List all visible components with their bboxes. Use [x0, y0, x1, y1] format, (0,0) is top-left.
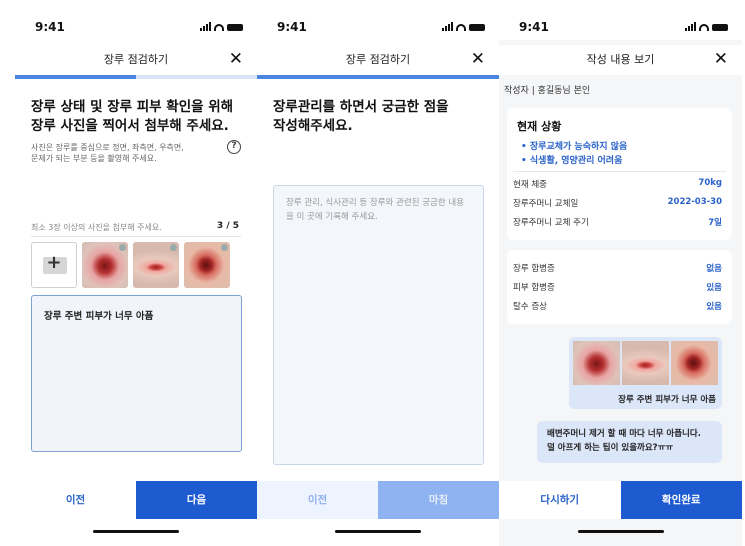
symptom-textarea[interactable]: 장루 주변 피부가 너무 아픔 [31, 295, 242, 452]
home-indicator [577, 530, 664, 533]
battery-icon [227, 24, 243, 31]
instruction-heading: 장루관리를 하면서 궁금한 점을 작성해주세요. [273, 99, 449, 134]
photo-thumbnail[interactable] [82, 242, 128, 288]
photo-caption: 장루 주변 피부가 너무 아픔 [618, 395, 716, 405]
prev-button[interactable]: 이전 [15, 481, 136, 519]
status-time: 9:41 [519, 20, 549, 34]
complications-card: 장루 합병증 없음 피부 합병증 있음 탈수 증상 있음 [507, 250, 732, 324]
signal-icon [200, 22, 211, 31]
status-bar: 9:41 [15, 0, 257, 40]
info-value: 없음 [706, 264, 722, 274]
current-status-card: 현재 상황 • 장루교체가 능숙하지 않음 • 식생활, 영양관리 어려움 현재… [507, 108, 732, 240]
info-value: 2022-03-30 [667, 197, 722, 207]
prev-button[interactable]: 이전 [257, 481, 378, 519]
remove-photo-icon[interactable] [119, 244, 126, 251]
status-bullet: • 식생활, 영양관리 어려움 [521, 156, 623, 166]
textarea-placeholder: 장루 관리, 식사관리 등 장루와 관련된 궁금한 내용을 이 곳에 기록해 주… [286, 198, 465, 222]
info-value: 있음 [706, 302, 722, 312]
photo-message-bubble: 장루 주변 피부가 너무 아픔 [569, 337, 722, 409]
status-icons [200, 22, 243, 31]
help-icon[interactable]: ? [227, 140, 241, 154]
home-indicator [335, 530, 421, 533]
home-indicator [93, 530, 179, 533]
summary-screen: 9:41 작성 내용 보기 ✕ 작성자 | 홍길동님 본인 현재 상황 • 장루… [499, 0, 742, 546]
question-textarea[interactable]: 장루 관리, 식사관리 등 장루와 관련된 궁금한 내용을 이 곳에 기록해 주… [273, 185, 484, 465]
photo-thumbnail[interactable] [671, 341, 718, 385]
textarea-value: 장루 주변 피부가 너무 아픔 [44, 311, 154, 322]
bottom-actions: 이전 마침 [257, 481, 499, 519]
info-label: 장루 합병증 [513, 264, 555, 274]
battery-icon [469, 24, 485, 31]
page-title: 작성 내용 보기 [586, 53, 655, 66]
info-value: 70kg [698, 178, 722, 188]
question-screen: 9:41 장루 점검하기 ✕ 장루관리를 하면서 궁금한 점을 작성해주세요. … [257, 0, 499, 546]
status-bar: 9:41 [499, 0, 742, 40]
close-icon[interactable]: ✕ [471, 49, 485, 69]
page-title: 장루 점검하기 [103, 53, 169, 66]
remove-photo-icon[interactable] [221, 244, 228, 251]
nav-header: 장루 점검하기 ✕ [15, 45, 257, 75]
nav-header: 작성 내용 보기 ✕ [499, 45, 742, 75]
info-row: 장루주머니 교체 주기 7일 [513, 216, 722, 230]
bottom-actions: 다시하기 확인완료 [499, 481, 742, 519]
divider [31, 236, 241, 237]
photo-thumbnail[interactable] [133, 242, 179, 288]
progress-fill [15, 75, 136, 79]
confirm-button[interactable]: 확인완료 [620, 481, 742, 519]
info-value: 있음 [706, 283, 722, 293]
next-button[interactable]: 다음 [136, 481, 257, 519]
add-photo-button[interactable]: + [31, 242, 77, 288]
status-bullet: • 장루교체가 능숙하지 않음 [521, 142, 628, 152]
photo-thumbnail[interactable] [573, 341, 620, 385]
info-label: 현재 체중 [513, 180, 547, 190]
instruction-heading: 장루 상태 및 장루 피부 확인을 위해 장루 사진을 찍어서 첨부해 주세요. [31, 99, 234, 134]
close-icon[interactable]: ✕ [229, 49, 243, 69]
info-label: 피부 합병증 [513, 283, 555, 293]
photo-hint: 최소 3장 이상의 사진을 첨부해 주세요. [31, 223, 162, 232]
info-row: 장루주머니 교체일 2022-03-30 [513, 197, 722, 211]
signal-icon [685, 22, 696, 31]
info-row: 현재 체중 70kg [513, 178, 722, 192]
bottom-actions: 이전 다음 [15, 481, 257, 519]
wifi-icon [214, 24, 224, 31]
finish-button[interactable]: 마침 [378, 481, 499, 519]
page-title: 장루 점검하기 [345, 53, 411, 66]
photo-upload-screen: 9:41 장루 점검하기 ✕ 장루 상태 및 장루 피부 확인을 위해 장루 사… [15, 0, 257, 546]
instruction-subtext: 사진은 장루를 중심으로 정면, 좌측면, 우측면, 문제가 되는 부분 등을 … [31, 143, 184, 163]
nav-header: 장루 점검하기 ✕ [257, 45, 499, 75]
info-value: 7일 [708, 218, 722, 228]
remove-photo-icon[interactable] [170, 244, 177, 251]
status-bar: 9:41 [257, 0, 499, 40]
info-row: 장루 합병증 없음 [513, 262, 722, 276]
author-label: 작성자 | 홍길동님 본인 [504, 86, 591, 96]
photo-thumbnail[interactable] [622, 341, 669, 385]
signal-icon [442, 22, 453, 31]
close-icon[interactable]: ✕ [714, 49, 728, 69]
info-label: 장루주머니 교체일 [513, 199, 579, 209]
info-label: 탈수 증상 [513, 302, 547, 312]
status-icons [685, 22, 728, 31]
photo-count: 3 / 5 [216, 221, 239, 231]
question-message-bubble: 배변주머니 제거 할 때 마다 너무 아픕니다. 덜 아프게 하는 팁이 있을까… [537, 421, 722, 463]
plus-icon: + [46, 252, 62, 273]
photo-list: + [31, 242, 230, 288]
wifi-icon [456, 24, 466, 31]
status-time: 9:41 [35, 20, 65, 34]
question-text: 배변주머니 제거 할 때 마다 너무 아픕니다. 덜 아프게 하는 팁이 있을까… [547, 429, 701, 453]
info-row: 피부 합병증 있음 [513, 281, 722, 295]
author-bar: 작성자 | 홍길동님 본인 [499, 75, 742, 103]
divider [513, 171, 726, 172]
status-icons [442, 22, 485, 31]
photo-list [573, 341, 718, 385]
progress-fill [257, 75, 499, 79]
status-time: 9:41 [277, 20, 307, 34]
info-row: 탈수 증상 있음 [513, 300, 722, 314]
card-title: 현재 상황 [517, 120, 562, 133]
battery-icon [712, 24, 728, 31]
retry-button[interactable]: 다시하기 [499, 481, 621, 519]
wifi-icon [699, 24, 709, 31]
info-label: 장루주머니 교체 주기 [513, 218, 589, 228]
photo-thumbnail[interactable] [184, 242, 230, 288]
